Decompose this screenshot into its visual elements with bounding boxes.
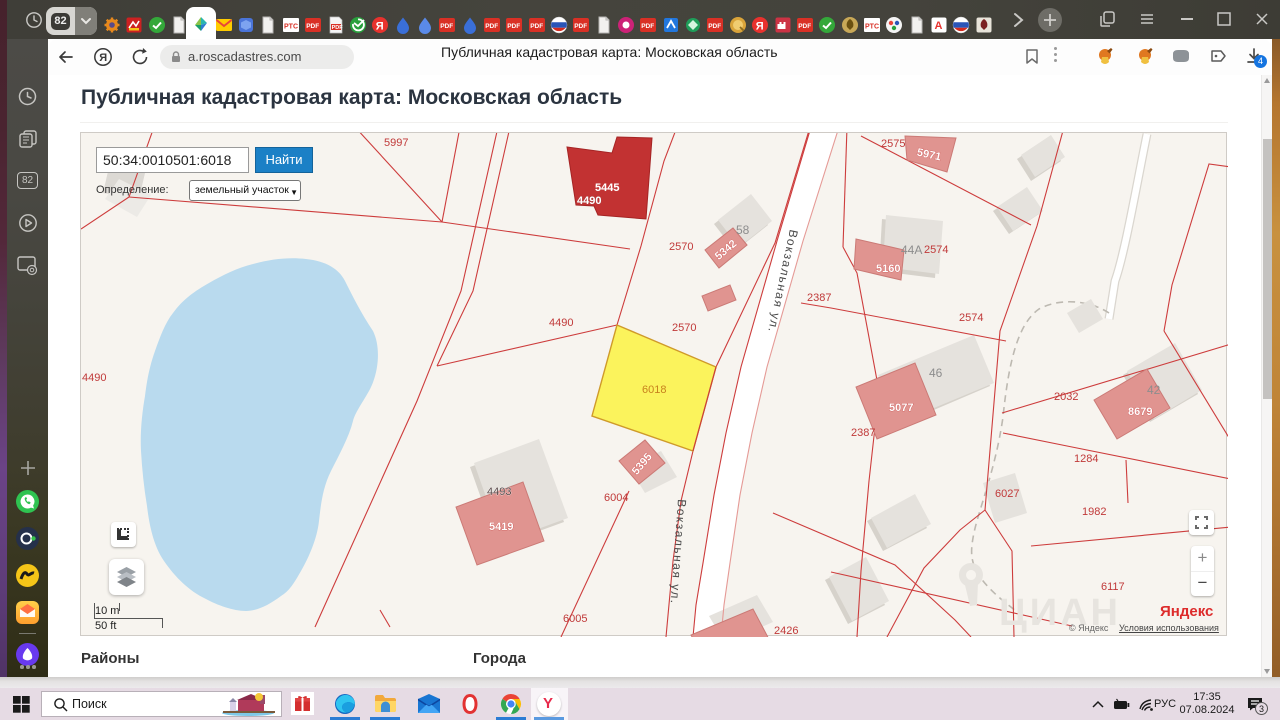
svg-text:5445: 5445	[595, 182, 619, 194]
svg-text:46: 46	[929, 366, 943, 380]
svg-text:4490: 4490	[549, 317, 573, 329]
svg-text:4490: 4490	[577, 195, 601, 207]
svg-text:PDF: PDF	[507, 23, 520, 30]
svg-text:4490: 4490	[82, 372, 106, 384]
svg-text:PDF: PDF	[485, 23, 498, 30]
svg-text:58: 58	[736, 223, 750, 237]
svg-text:6004: 6004	[604, 492, 628, 504]
svg-text:PTC: PTC	[284, 24, 298, 31]
svg-text:6005: 6005	[563, 613, 587, 625]
svg-text:8679: 8679	[1128, 406, 1152, 418]
svg-text:6027: 6027	[995, 488, 1019, 500]
svg-text:PDF: PDF	[709, 23, 722, 30]
svg-text:1284: 1284	[1074, 453, 1098, 465]
svg-text:Я: Я	[376, 21, 384, 33]
svg-text:Я: Я	[756, 21, 764, 33]
svg-text:44A: 44A	[901, 243, 922, 257]
svg-text:1982: 1982	[1082, 506, 1106, 518]
svg-text:Я: Я	[99, 52, 107, 64]
svg-text:2570: 2570	[672, 322, 696, 334]
svg-text:2032: 2032	[1054, 391, 1078, 403]
svg-text:PDF: PDF	[798, 23, 811, 30]
svg-text:PDF: PDF	[331, 25, 343, 31]
svg-text:2570: 2570	[669, 241, 693, 253]
svg-text:2574: 2574	[959, 312, 983, 324]
svg-text:6018: 6018	[642, 384, 666, 396]
svg-text:PDF: PDF	[440, 23, 453, 30]
svg-text:2574: 2574	[924, 244, 948, 256]
svg-text:PDF: PDF	[306, 23, 319, 30]
svg-text:Вокзальная ул.: Вокзальная ул.	[668, 499, 689, 605]
svg-text:5997: 5997	[384, 137, 408, 149]
svg-text:A: A	[934, 20, 942, 32]
svg-text:2575: 2575	[881, 138, 905, 150]
svg-text:4493: 4493	[487, 486, 511, 498]
svg-text:PDF: PDF	[642, 23, 655, 30]
svg-text:PDF: PDF	[575, 23, 588, 30]
svg-text:5160: 5160	[876, 263, 900, 275]
svg-text:5077: 5077	[889, 402, 913, 414]
svg-text:42: 42	[1147, 383, 1161, 397]
svg-text:2387: 2387	[807, 292, 831, 304]
svg-text:2387: 2387	[851, 427, 875, 439]
svg-text:PTC: PTC	[865, 24, 879, 31]
svg-text:PDF: PDF	[530, 23, 543, 30]
svg-text:5419: 5419	[489, 521, 513, 533]
svg-text:2426: 2426	[774, 625, 798, 637]
